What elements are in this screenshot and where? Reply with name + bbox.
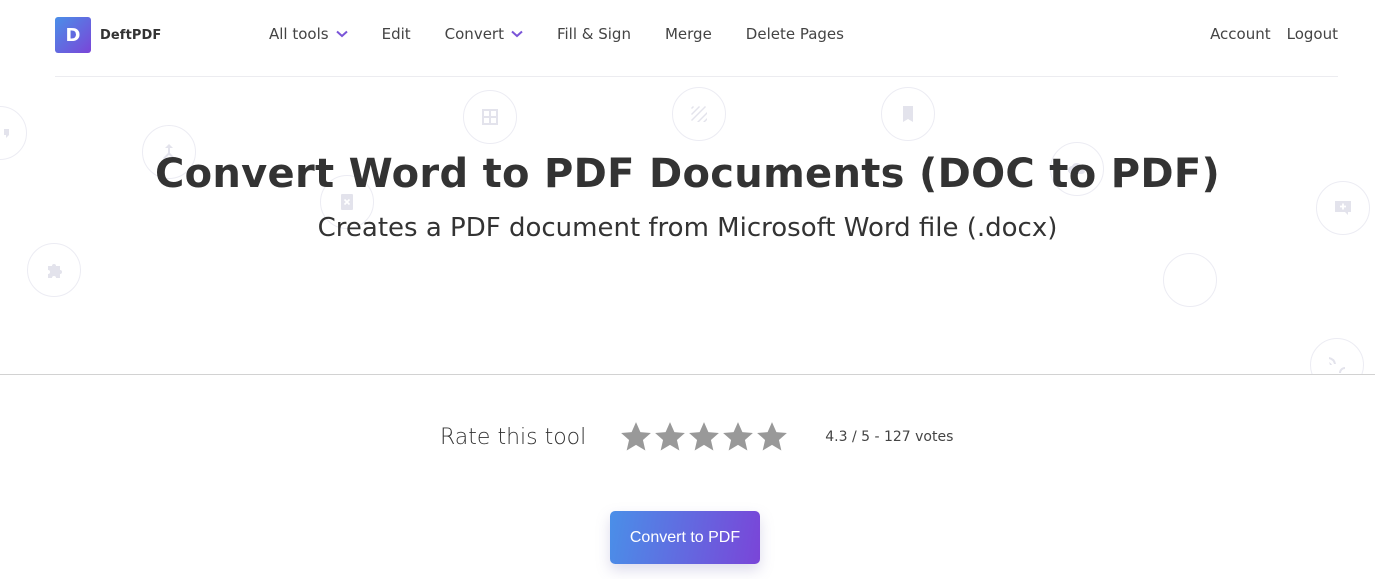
star-icon [655,422,686,451]
nav-convert-label: Convert [444,25,504,43]
star-icon [757,422,788,451]
chevron-down-icon [335,30,348,38]
star-icon [621,422,652,451]
convert-to-pdf-button[interactable]: Convert to PDF [610,511,760,564]
page-title: Convert Word to PDF Documents (DOC to PD… [154,151,1221,197]
main-nav: All tools Edit Convert Fill & Sign Merge… [269,25,878,43]
hero-section: Convert Word to PDF Documents (DOC to PD… [0,78,1375,375]
nav-all-tools[interactable]: All tools [269,25,348,43]
star-3[interactable] [687,420,721,454]
stripes-icon [672,87,726,141]
nav-edit-label: Edit [381,25,411,43]
rating-widget: Rate this tool 4.3 / 5 - 127 votes [440,420,953,454]
chevron-down-icon [511,30,523,38]
grid-icon [463,90,517,144]
account-link[interactable]: Account [1210,25,1271,43]
nav-fill-sign[interactable]: Fill & Sign [557,25,631,43]
nav-fill-sign-label: Fill & Sign [556,25,631,43]
rating-summary: 4.3 / 5 - 127 votes [825,429,954,445]
nav-merge[interactable]: Merge [665,25,712,43]
star-1[interactable] [619,420,653,454]
nav-merge-label: Merge [664,25,712,43]
page-subtitle: Creates a PDF document from Microsoft Wo… [317,213,1058,243]
star-icon [723,422,754,451]
puzzle-icon [27,243,81,297]
rating-label: Rate this tool [440,424,587,450]
star-4[interactable] [721,420,755,454]
nav-delete-pages[interactable]: Delete Pages [746,25,844,43]
rating-stars [619,420,789,454]
circle-icon [1163,253,1217,307]
nav-delete-pages-label: Delete Pages [745,25,844,43]
nav-all-tools-label: All tools [269,25,329,43]
star-2[interactable] [653,420,687,454]
bookmark-icon [881,87,935,141]
logo-text: DeftPDF [100,27,162,43]
logout-link[interactable]: Logout [1287,25,1338,43]
star-icon [689,422,720,451]
nav-convert[interactable]: Convert [445,25,523,43]
logo[interactable]: D DeftPDF [55,17,161,53]
nav-edit[interactable]: Edit [382,25,411,43]
account-nav: Account Logout [1194,25,1338,43]
star-5[interactable] [755,420,789,454]
site-header: D DeftPDF All tools Edit Convert Fill & … [55,0,1338,77]
logo-mark: D [55,17,91,53]
signal-icon [1310,338,1364,374]
